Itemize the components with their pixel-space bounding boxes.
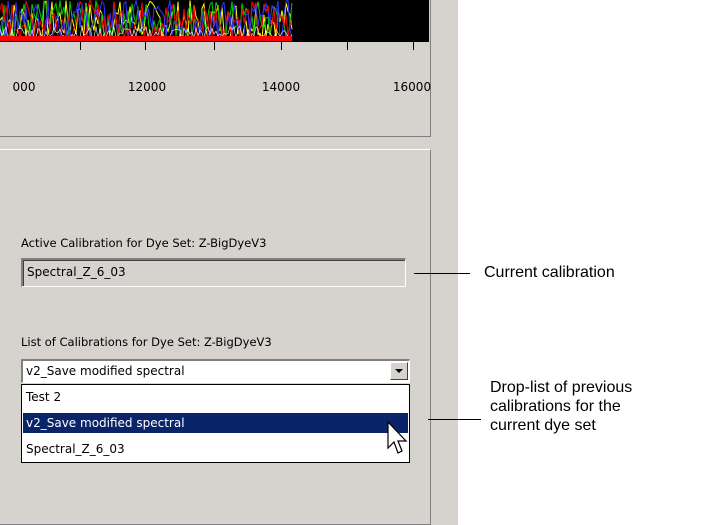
trace-baseline — [0, 36, 292, 41]
x-tick-label: 14000 — [261, 80, 301, 94]
calibration-select[interactable]: v2_Save modified spectral — [21, 359, 410, 383]
droplist-callout-line-1: Drop-list of previous — [490, 379, 633, 396]
calibration-list-label: List of Calibrations for Dye Set: Z-BigD… — [21, 335, 272, 349]
x-tick-mark — [145, 42, 146, 50]
plot-traces — [0, 0, 293, 42]
x-tick-mark — [281, 42, 282, 50]
dropdown-option[interactable]: Test 2 — [23, 387, 408, 407]
x-tick-label: 16000 — [392, 80, 432, 94]
chevron-down-icon — [395, 369, 403, 373]
calibration-select-value: v2_Save modified spectral — [26, 364, 185, 378]
current-calibration-callout-line — [414, 273, 470, 274]
electropherogram-plot — [0, 0, 429, 42]
screenshot: 000 12000 14000 16000 Active Calibration… — [0, 0, 458, 525]
calibration-dropdown-list: Test 2 v2_Save modified spectral Spectra… — [21, 384, 410, 463]
droplist-callout-line-2: calibrations for the — [490, 398, 621, 415]
x-tick-mark — [413, 42, 414, 50]
x-tick-mark — [80, 42, 81, 50]
current-calibration-callout: Current calibration — [484, 264, 615, 281]
x-tick-mark — [347, 42, 348, 50]
dropdown-option-selected[interactable]: v2_Save modified spectral — [23, 413, 408, 433]
droplist-callout-line — [428, 419, 481, 420]
active-calibration-field: Spectral_Z_6_03 — [21, 258, 406, 287]
droplist-callout: Drop-list of previous calibrations for t… — [490, 378, 632, 435]
active-calibration-value: Spectral_Z_6_03 — [27, 265, 126, 279]
mouse-pointer-icon — [387, 420, 408, 454]
dropdown-option[interactable]: Spectral_Z_6_03 — [23, 439, 408, 459]
x-tick-label: 12000 — [127, 80, 167, 94]
x-tick-mark — [214, 42, 215, 50]
chart-frame: 000 12000 14000 16000 — [0, 0, 431, 137]
active-calibration-label: Active Calibration for Dye Set: Z-BigDye… — [21, 236, 267, 250]
dropdown-button[interactable] — [390, 362, 408, 380]
droplist-callout-line-3: current dye set — [490, 417, 596, 434]
x-tick-label: 000 — [12, 80, 36, 94]
